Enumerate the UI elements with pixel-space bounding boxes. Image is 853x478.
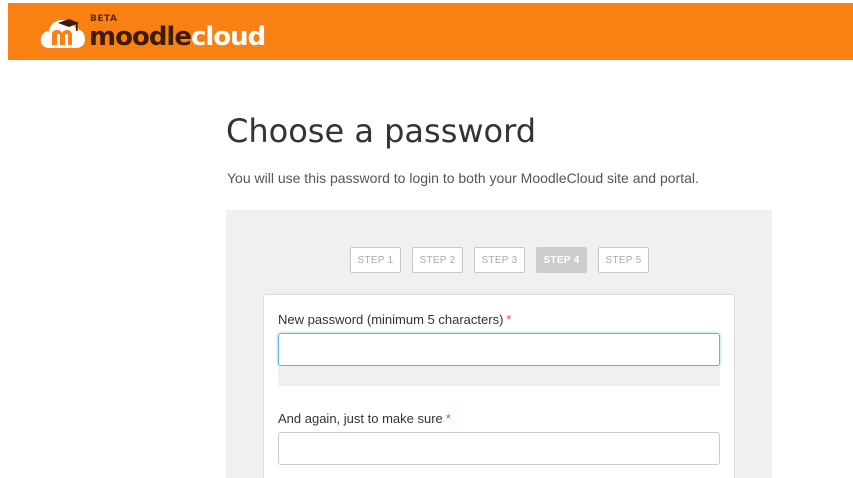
password-field-label: New password (minimum 5 characters) *	[278, 312, 511, 327]
password-strength-bar	[278, 366, 720, 386]
step-indicator: STEP 1 STEP 2 STEP 3 STEP 4 STEP 5	[350, 247, 649, 273]
logo-word-moodle: moodle	[89, 22, 192, 52]
confirm-password-label-text: And again, just to make sure	[278, 411, 443, 426]
step-2: STEP 2	[412, 247, 463, 273]
step-3: STEP 3	[474, 247, 525, 273]
required-marker: *	[506, 312, 512, 327]
confirm-password-input[interactable]	[278, 432, 720, 465]
step-4-current: STEP 4	[536, 247, 587, 273]
password-label-text: New password (minimum 5 characters)	[278, 312, 504, 327]
logo-word: moodlecloud	[89, 22, 266, 52]
page-title: Choose a password	[226, 112, 537, 150]
moodle-cloud-logo-icon	[39, 14, 87, 50]
page-subtitle: You will use this password to login to b…	[227, 170, 699, 186]
step-5: STEP 5	[598, 247, 649, 273]
confirm-password-field-label: And again, just to make sure *	[278, 411, 451, 426]
moodlecloud-logo[interactable]: BETA moodlecloud	[39, 11, 266, 53]
logo-word-cloud: cloud	[190, 22, 266, 52]
step-1: STEP 1	[350, 247, 401, 273]
site-header: BETA moodlecloud	[8, 3, 853, 60]
required-marker: *	[445, 411, 451, 426]
new-password-input[interactable]	[278, 333, 720, 366]
